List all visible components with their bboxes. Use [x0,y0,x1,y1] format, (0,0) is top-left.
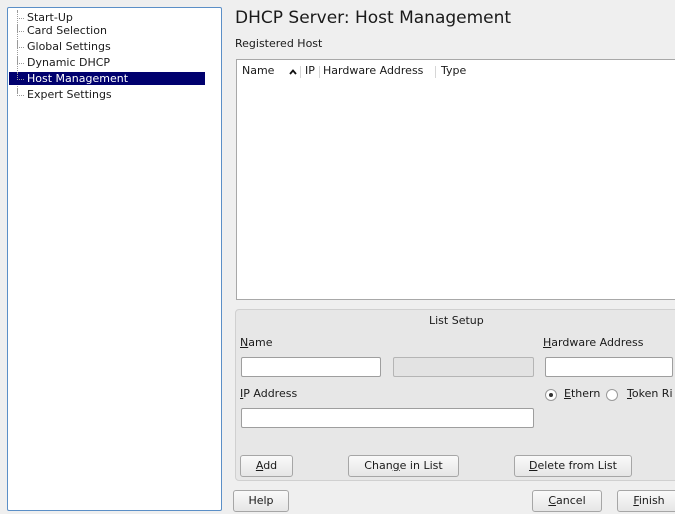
column-header-hardware-address[interactable]: Hardware Address [323,64,423,77]
hardware-address-label: Hardware Address [543,336,644,349]
name-field[interactable] [241,357,381,377]
tree-item-start-up[interactable]: Start-Up [9,11,205,24]
column-header-ip[interactable]: IP [305,64,315,77]
ip-address-label: IP Address [240,387,298,400]
column-separator [300,66,301,78]
ethernet-radio[interactable] [545,389,557,401]
cancel-button[interactable]: Cancel [532,490,602,512]
finish-button[interactable]: Finish [617,490,675,512]
registered-host-table[interactable]: Name IP Hardware Address Type [236,59,675,300]
add-button[interactable]: Add [240,455,293,477]
help-button[interactable]: Help [233,490,289,512]
table-header: Name IP Hardware Address Type [237,60,675,82]
radio-selected-dot [549,393,553,397]
navigation-tree: Start-Up Card Selection Global Settings … [7,7,222,511]
tree-item-host-management[interactable]: Host Management [9,72,205,85]
tree-branch-icon [17,11,24,19]
delete-from-list-button[interactable]: Delete from List [514,455,632,477]
column-separator [435,66,436,78]
tree-branch-icon [17,24,24,32]
tree-branch-icon [17,40,24,48]
tree-item-dynamic-dhcp[interactable]: Dynamic DHCP [9,56,205,69]
ethernet-label[interactable]: Ethern [564,387,600,400]
tree-item-label: Card Selection [27,24,107,37]
ip-address-field[interactable] [241,408,534,428]
table-caption: Registered Host [235,37,323,50]
name-label: Name [240,336,273,349]
hostname-suffix-field [393,357,534,377]
hardware-address-field[interactable] [545,357,673,377]
tree-item-label: Global Settings [27,40,111,53]
tree-item-label: Expert Settings [27,88,112,101]
tree-item-label: Start-Up [27,11,73,24]
sort-ascending-icon [289,69,297,75]
token-ring-label[interactable]: Token Ri [627,387,673,400]
change-in-list-button[interactable]: Change in List [348,455,459,477]
page-title: DHCP Server: Host Management [235,8,512,28]
tree-branch-icon [17,56,24,64]
token-ring-radio[interactable] [606,389,618,401]
tree-item-label: Host Management [27,72,129,85]
tree-item-label: Dynamic DHCP [27,56,111,69]
list-setup-title: List Setup [429,314,484,327]
column-separator [319,66,320,78]
tree-item-global-settings[interactable]: Global Settings [9,40,205,53]
tree-item-card-selection[interactable]: Card Selection [9,24,205,37]
column-header-name[interactable]: Name [242,64,274,77]
tree-item-expert-settings[interactable]: Expert Settings [9,88,205,101]
tree-branch-icon [17,88,24,96]
column-header-type[interactable]: Type [441,64,466,77]
tree-branch-icon [17,72,24,80]
